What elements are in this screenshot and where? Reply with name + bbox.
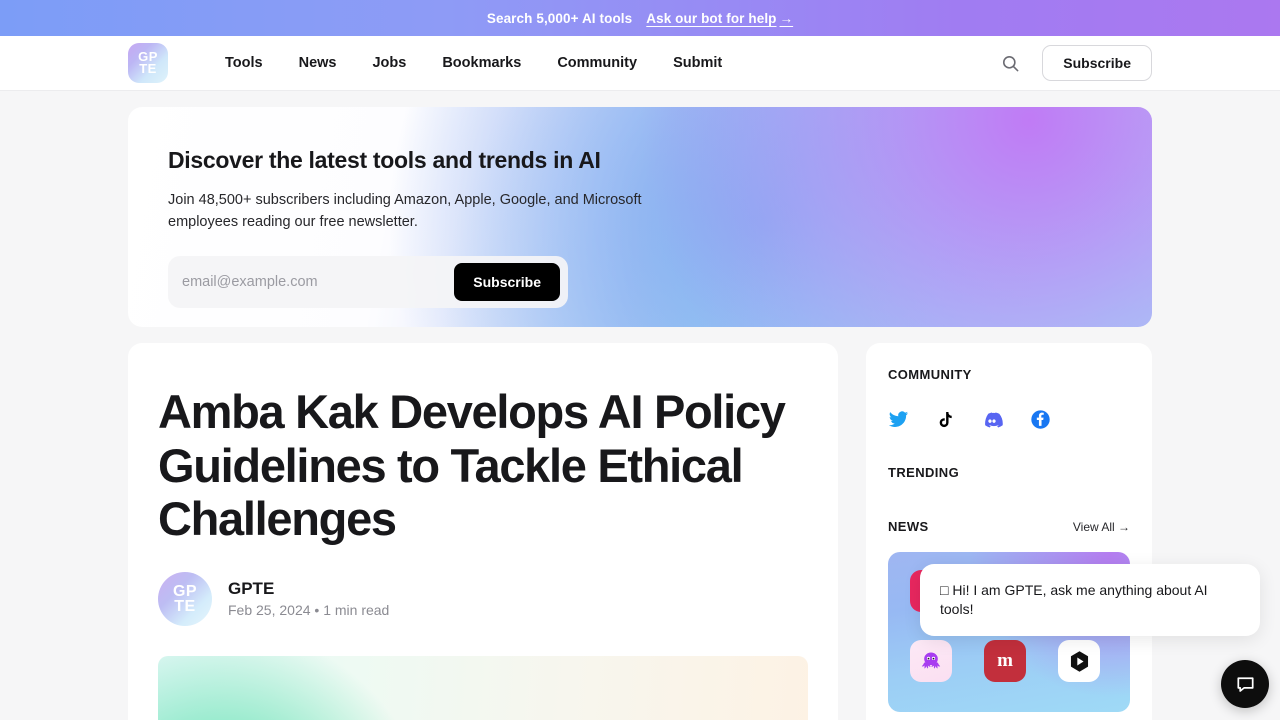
octopus-tile[interactable] xyxy=(910,640,952,682)
chat-greeting-bubble: □ Hi! I am GPTE, ask me anything about A… xyxy=(920,564,1260,636)
hero-subtitle: Join 48,500+ subscribers including Amazo… xyxy=(168,192,642,230)
article-byline: GP TE GPTE Feb 25, 2024 • 1 min read xyxy=(158,571,808,626)
letter-m-label: m xyxy=(997,650,1013,671)
hero-title: Discover the latest tools and trends in … xyxy=(168,147,601,173)
article-hero-image xyxy=(158,655,808,720)
author-avatar: GP TE xyxy=(158,571,212,626)
nav-item-bookmarks[interactable]: Bookmarks xyxy=(442,55,521,71)
avatar-text-bottom: TE xyxy=(174,597,196,615)
newsletter-hero: Discover the latest tools and trends in … xyxy=(128,107,1152,327)
main-navigation: Tools News Jobs Bookmarks Community Subm… xyxy=(225,55,722,71)
avatar-text-top: GP xyxy=(172,582,198,600)
header-subscribe-button[interactable]: Subscribe xyxy=(1042,45,1152,81)
article-title: Amba Kak Develops AI Policy Guidelines t… xyxy=(158,385,786,546)
hero-subscribe-button[interactable]: Subscribe xyxy=(454,262,560,301)
facebook-icon[interactable] xyxy=(1030,409,1051,430)
logo-text-bottom: TE xyxy=(139,61,157,76)
news-tile-row-second: m xyxy=(910,640,1108,682)
chat-launcher-button[interactable] xyxy=(1221,660,1269,708)
author-name: GPTE xyxy=(228,579,275,599)
chat-greeting-text: □ Hi! I am GPTE, ask me anything about A… xyxy=(940,582,1208,617)
tiktok-icon[interactable] xyxy=(936,409,954,430)
arrow-right-icon: → xyxy=(779,10,794,26)
community-heading: COMMUNITY xyxy=(888,367,972,382)
article-card: Amba Kak Develops AI Policy Guidelines t… xyxy=(128,343,838,720)
search-icon[interactable] xyxy=(1001,54,1020,73)
nav-item-tools[interactable]: Tools xyxy=(225,55,263,71)
news-section-header: NEWS View All → xyxy=(888,519,1130,534)
letter-m-tile[interactable]: m xyxy=(984,640,1026,682)
announcement-banner: Search 5,000+ AI tools Ask our bot for h… xyxy=(0,0,1280,36)
newsletter-signup-form: Subscribe xyxy=(168,255,568,308)
header-actions: Subscribe xyxy=(1001,45,1152,81)
banner-link-label: Ask our bot for help xyxy=(646,10,777,26)
discord-icon[interactable] xyxy=(981,409,1003,430)
news-heading: NEWS xyxy=(888,519,929,534)
sidebar: COMMUNITY TRENDING NEWS View All → m xyxy=(866,343,1152,720)
twitter-icon[interactable] xyxy=(888,409,909,430)
trending-heading: TRENDING xyxy=(888,465,960,480)
octopus-icon xyxy=(921,652,941,669)
social-links xyxy=(888,409,1130,430)
hex-play-icon xyxy=(1070,650,1088,672)
email-input[interactable] xyxy=(168,262,455,301)
nav-item-submit[interactable]: Submit xyxy=(673,55,722,71)
site-header: GP TE Tools News Jobs Bookmarks Communit… xyxy=(0,36,1280,91)
byline-text: GPTE Feb 25, 2024 • 1 min read xyxy=(228,579,389,618)
chat-bubble-icon xyxy=(1236,676,1254,692)
view-all-news-link[interactable]: View All → xyxy=(1073,520,1130,534)
banner-text: Search 5,000+ AI tools xyxy=(486,10,633,26)
content-row: Amba Kak Develops AI Policy Guidelines t… xyxy=(128,343,1152,720)
site-logo[interactable]: GP TE xyxy=(128,43,168,83)
article-meta: Feb 25, 2024 • 1 min read xyxy=(228,602,390,619)
nav-item-community[interactable]: Community xyxy=(557,55,637,71)
hex-play-tile[interactable] xyxy=(1058,640,1100,682)
banner-bot-link[interactable]: Ask our bot for help → xyxy=(646,11,793,26)
nav-item-news[interactable]: News xyxy=(299,55,337,71)
nav-item-jobs[interactable]: Jobs xyxy=(372,55,406,71)
